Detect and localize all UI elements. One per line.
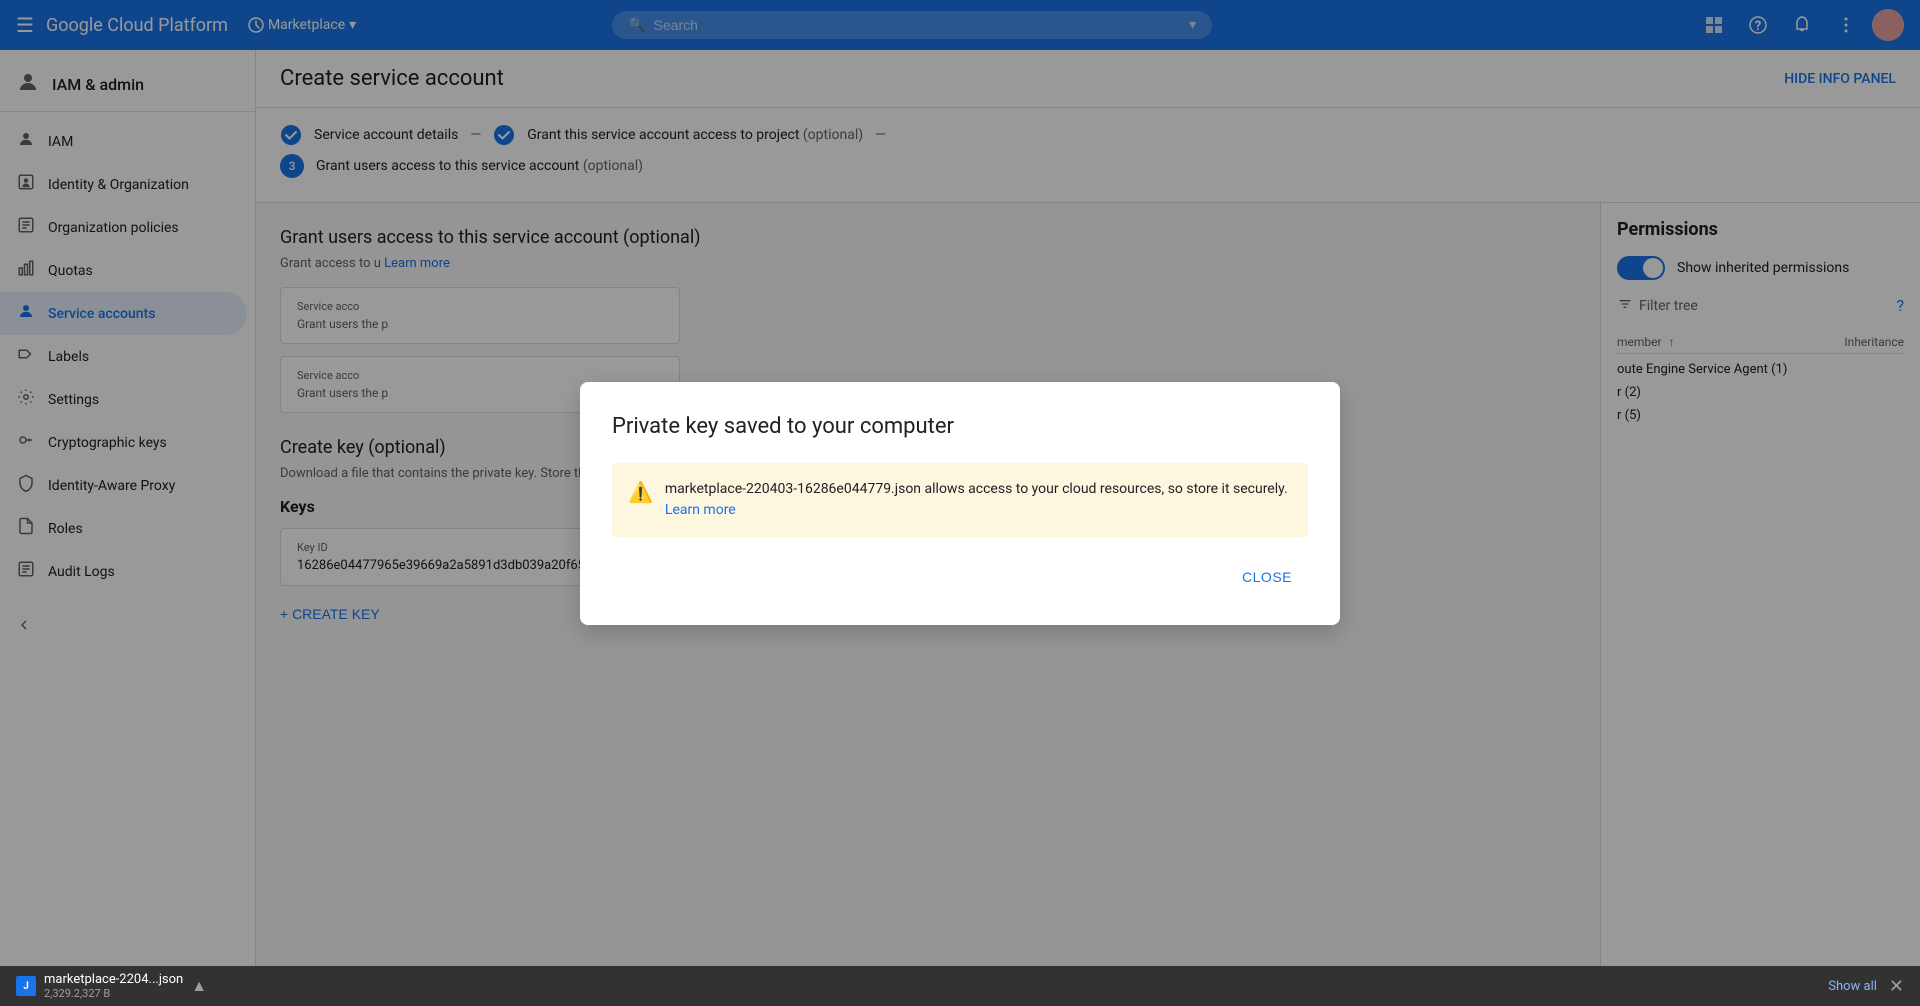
modal-actions: CLOSE: [612, 561, 1308, 593]
download-file-size: 2,329.2,327 B: [44, 987, 183, 1000]
modal-dialog: Private key saved to your computer ⚠️ ma…: [580, 382, 1340, 625]
download-bar: J marketplace-2204...json 2,329.2,327 B …: [0, 966, 1920, 1006]
modal-close-button[interactable]: CLOSE: [1226, 561, 1308, 593]
download-file-info: marketplace-2204...json 2,329.2,327 B: [44, 972, 183, 1000]
download-file-name: marketplace-2204...json: [44, 972, 183, 987]
show-all-button[interactable]: Show all: [1828, 979, 1877, 994]
modal-overlay[interactable]: Private key saved to your computer ⚠️ ma…: [0, 0, 1920, 1006]
warning-icon: ⚠️: [628, 480, 653, 504]
download-chevron-icon[interactable]: ▲: [191, 976, 207, 996]
modal-warning-box: ⚠️ marketplace-220403-16286e044779.json …: [612, 463, 1308, 537]
modal-warning-text: marketplace-220403-16286e044779.json all…: [665, 479, 1292, 521]
modal-title: Private key saved to your computer: [612, 414, 1308, 439]
download-file: J marketplace-2204...json 2,329.2,327 B …: [16, 972, 207, 1000]
close-download-bar-button[interactable]: ✕: [1889, 976, 1904, 997]
modal-learn-more-link[interactable]: Learn more: [665, 502, 736, 518]
download-file-icon: J: [16, 976, 36, 996]
